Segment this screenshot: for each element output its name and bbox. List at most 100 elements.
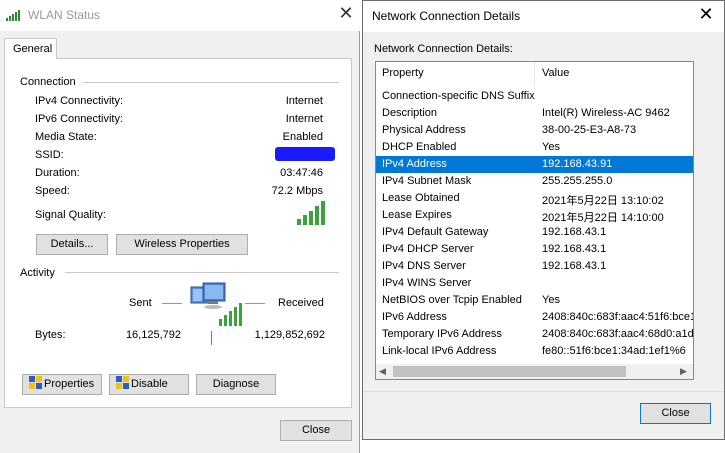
duration-label: Duration: bbox=[35, 167, 80, 179]
value-cell: 192.168.43.1 bbox=[542, 260, 607, 272]
ipv4-connectivity-label: IPv4 Connectivity: bbox=[35, 95, 124, 107]
details-row[interactable]: Lease Obtained 2021年5月22日 13:10:02 bbox=[376, 190, 693, 207]
property-cell: IPv4 WINS Server bbox=[382, 277, 472, 289]
property-cell: IPv4 Default Gateway bbox=[382, 226, 489, 238]
property-cell: Description bbox=[382, 107, 438, 119]
value-cell: 2021年5月22日 14:10:00 bbox=[542, 212, 664, 224]
property-cell: IPv4 DHCP Server bbox=[382, 243, 474, 255]
value-cell: 38-00-25-E3-A8-73 bbox=[542, 124, 637, 136]
column-divider[interactable] bbox=[534, 62, 535, 86]
bytes-received-value: 1,129,852,692 bbox=[254, 329, 325, 341]
activity-divider bbox=[65, 272, 339, 273]
ipv6-connectivity-label: IPv6 Connectivity: bbox=[35, 113, 124, 125]
value-cell: Intel(R) Wireless-AC 9462 bbox=[542, 107, 670, 119]
value-cell: 2021年5月22日 13:10:02 bbox=[542, 195, 664, 207]
property-cell: Link-local IPv6 Address bbox=[382, 345, 497, 357]
wireless-properties-button[interactable]: Wireless Properties bbox=[116, 234, 248, 255]
uac-shield-icon bbox=[116, 376, 129, 389]
property-cell: IPv4 DNS Server bbox=[382, 260, 466, 272]
bytes-separator bbox=[211, 331, 212, 345]
details-row[interactable]: IPv6 Address 2408:840c:683f:aac4:51f6:bce… bbox=[376, 309, 693, 326]
property-cell: Lease Obtained bbox=[382, 192, 460, 204]
details-subtitle: Network Connection Details: bbox=[374, 43, 513, 55]
details-row[interactable]: IPv4 Default Gateway 192.168.43.1 bbox=[376, 224, 693, 241]
details-row[interactable]: Connection-specific DNS Suffix bbox=[376, 88, 693, 105]
vertical-scrollbar[interactable]: ▲ ▼ bbox=[693, 62, 694, 364]
details-row[interactable]: IPv4 Address 192.168.43.91 bbox=[376, 156, 693, 173]
value-cell: fe80::51f6:bce1:34ad:1ef1%6 bbox=[542, 345, 686, 357]
property-cell: Lease Expires bbox=[382, 209, 452, 221]
sent-line bbox=[162, 303, 182, 304]
property-cell: NetBIOS over Tcpip Enabled bbox=[382, 294, 522, 306]
close-icon[interactable]: ✕ bbox=[696, 4, 716, 25]
property-cell: Connection-specific DNS Suffix bbox=[382, 90, 535, 102]
properties-button[interactable]: Properties bbox=[22, 374, 102, 395]
ssid-label: SSID: bbox=[35, 149, 64, 161]
value-cell: 255.255.255.0 bbox=[542, 175, 613, 187]
speed-label: Speed: bbox=[35, 185, 70, 197]
connection-heading: Connection bbox=[20, 76, 82, 88]
signal-bars-icon bbox=[297, 201, 327, 228]
details-row[interactable]: IPv4 Subnet Mask 255.255.255.0 bbox=[376, 173, 693, 190]
received-label: Received bbox=[278, 297, 324, 309]
scroll-left-icon[interactable]: ◀ bbox=[379, 366, 386, 377]
bytes-sent-value: 16,125,792 bbox=[125, 329, 181, 341]
ipv4-connectivity-value: Internet bbox=[285, 95, 323, 107]
property-cell: DHCP Enabled bbox=[382, 141, 457, 153]
details-row[interactable]: IPv4 DNS Server 192.168.43.1 bbox=[376, 258, 693, 275]
details-row[interactable]: Temporary IPv6 Address 2408:840c:683f:aac… bbox=[376, 326, 693, 343]
property-cell: Temporary IPv6 Address bbox=[382, 328, 502, 340]
tab-general[interactable]: General bbox=[4, 38, 57, 59]
value-cell: 192.168.43.91 bbox=[542, 158, 613, 170]
window-title: Network Connection Details bbox=[372, 9, 521, 23]
network-connection-details-window: Network Connection Details ✕ Network Con… bbox=[362, 0, 725, 440]
disable-button[interactable]: Disable bbox=[109, 374, 189, 395]
wlan-close-button[interactable]: Close bbox=[280, 420, 352, 441]
disable-button-label: Disable bbox=[131, 378, 168, 390]
property-cell: IPv6 Address bbox=[382, 311, 447, 323]
details-row[interactable]: Lease Expires 2021年5月22日 14:10:00 bbox=[376, 207, 693, 224]
media-state-value: Enabled bbox=[282, 131, 323, 143]
property-cell: IPv4 Address bbox=[382, 158, 447, 170]
close-icon[interactable]: ✕ bbox=[336, 3, 356, 24]
received-line bbox=[245, 303, 265, 304]
general-panel: Connection IPv4 Connectivity: Internet I… bbox=[4, 58, 352, 408]
property-cell: IPv4 Subnet Mask bbox=[382, 175, 472, 187]
footer-divider bbox=[363, 391, 724, 392]
media-state-label: Media State: bbox=[35, 131, 97, 143]
details-row[interactable]: DHCP Enabled Yes bbox=[376, 139, 693, 156]
horizontal-scrollbar[interactable]: ◀ ▶ bbox=[376, 364, 693, 379]
value-cell: 2408:840c:683f:aac4:51f6:bce1 bbox=[542, 311, 694, 323]
signal-quality-label: Signal Quality: bbox=[35, 209, 106, 221]
value-cell: 2408:840c:683f:aac4:68d0:a1d bbox=[542, 328, 694, 340]
uac-shield-icon bbox=[29, 376, 42, 389]
details-close-button[interactable]: Close bbox=[640, 403, 711, 424]
wlan-status-window: WLAN Status ✕ General Connection IPv4 Co… bbox=[0, 0, 360, 453]
diagnose-button[interactable]: Diagnose bbox=[196, 374, 276, 395]
details-row[interactable]: Description Intel(R) Wireless-AC 9462 bbox=[376, 105, 693, 122]
value-cell: Yes bbox=[542, 141, 560, 153]
ipv6-connectivity-value: Internet bbox=[285, 113, 323, 125]
column-header-value[interactable]: Value bbox=[542, 67, 569, 79]
bytes-label: Bytes: bbox=[35, 329, 66, 341]
details-row[interactable]: IPv4 DHCP Server 192.168.43.1 bbox=[376, 241, 693, 258]
duration-value: 03:47:46 bbox=[280, 167, 323, 179]
details-titlebar[interactable]: Network Connection Details ✕ bbox=[363, 1, 724, 32]
sent-label: Sent bbox=[129, 297, 152, 309]
value-cell: 192.168.43.1 bbox=[542, 226, 607, 238]
wlan-titlebar[interactable]: WLAN Status ✕ bbox=[0, 0, 360, 31]
connection-divider bbox=[83, 82, 339, 83]
scroll-right-icon[interactable]: ▶ bbox=[680, 366, 687, 377]
horizontal-scroll-thumb[interactable] bbox=[393, 366, 626, 377]
column-header-property[interactable]: Property bbox=[382, 67, 424, 79]
details-list[interactable]: Property Value Connection-specific DNS S… bbox=[375, 61, 694, 380]
properties-button-label: Properties bbox=[44, 378, 95, 390]
details-row[interactable]: Link-local IPv6 Address fe80::51f6:bce1:3… bbox=[376, 343, 693, 360]
details-row[interactable]: Physical Address 38-00-25-E3-A8-73 bbox=[376, 122, 693, 139]
network-computers-icon bbox=[189, 281, 243, 330]
details-row[interactable]: IPv4 WINS Server bbox=[376, 275, 693, 292]
details-button[interactable]: Details... bbox=[36, 234, 108, 255]
window-title: WLAN Status bbox=[28, 8, 101, 22]
speed-value: 72.2 Mbps bbox=[271, 185, 323, 197]
details-row[interactable]: NetBIOS over Tcpip Enabled Yes bbox=[376, 292, 693, 309]
